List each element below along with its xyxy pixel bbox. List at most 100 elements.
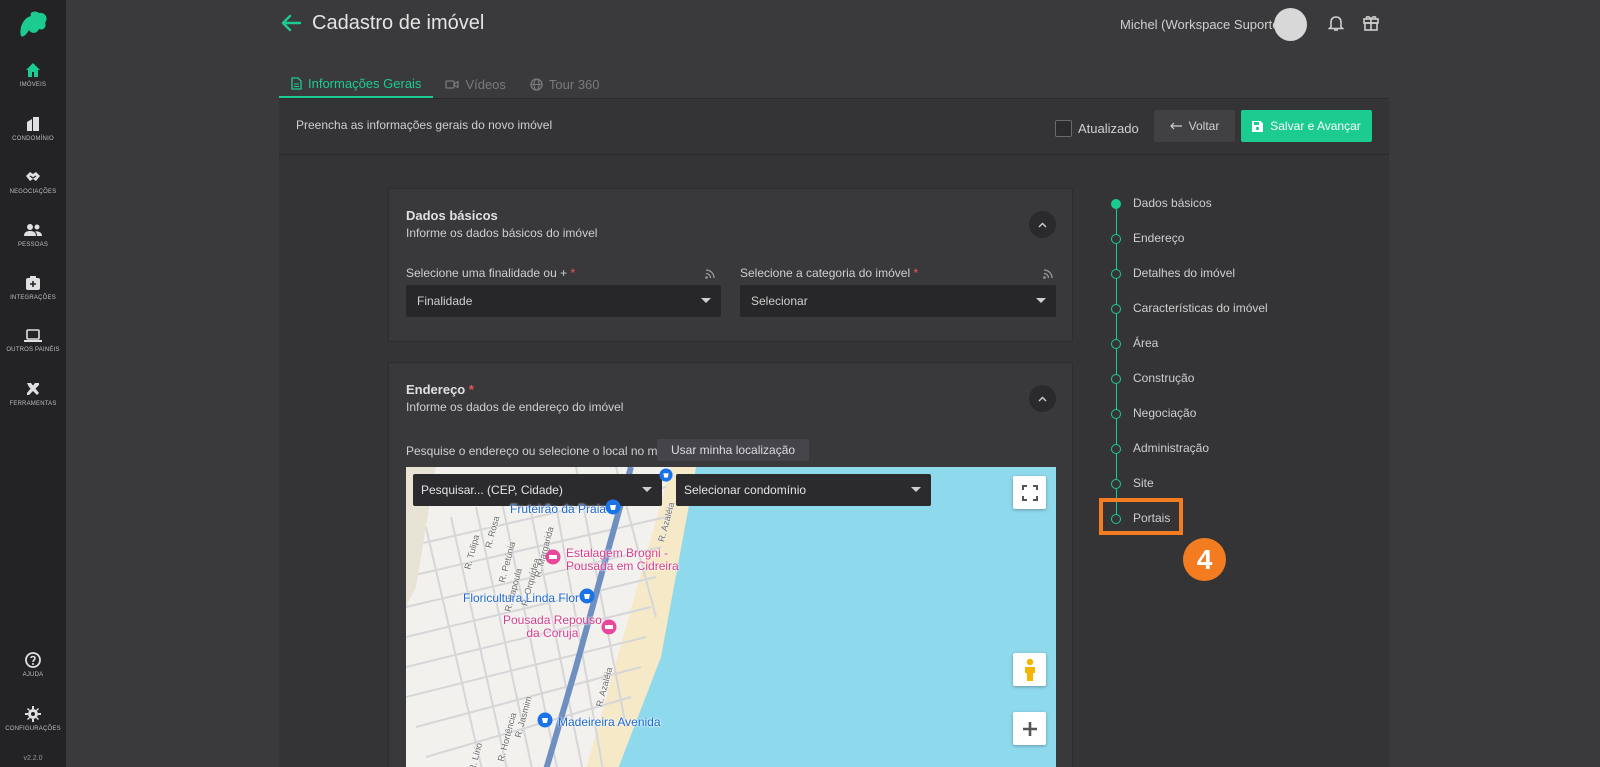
- updated-checkbox-label[interactable]: Atualizado: [1078, 121, 1139, 136]
- step-dot: [1111, 234, 1121, 244]
- nav-imoveis[interactable]: IMÓVEIS: [0, 62, 66, 88]
- shopping-pin-icon[interactable]: [579, 588, 595, 604]
- step-label: Construção: [1133, 371, 1195, 385]
- panel-description: Preencha as informações gerais do novo i…: [296, 118, 553, 132]
- tab-informacoes-gerais[interactable]: Informações Gerais: [279, 70, 434, 98]
- collapse-button[interactable]: [1029, 211, 1056, 238]
- address-search-label: Pesquise o endereço ou selecione o local…: [406, 444, 681, 458]
- tab-tour-360[interactable]: Tour 360: [518, 70, 612, 98]
- condo-select[interactable]: Selecionar condomínio: [676, 474, 931, 506]
- collapse-button[interactable]: [1029, 385, 1056, 412]
- card-subtitle: Informe os dados de endereço do imóvel: [406, 400, 624, 414]
- rss-icon[interactable]: [1043, 269, 1053, 279]
- plus-icon: [1022, 721, 1037, 736]
- rss-icon[interactable]: [705, 269, 715, 279]
- card-title: Dados básicos: [406, 208, 498, 223]
- tab-bar: Informações Gerais Vídeos Tour 360: [279, 70, 612, 98]
- arrow-left-icon: [1169, 122, 1182, 130]
- step-dot: [1111, 269, 1121, 279]
- nav-condominio[interactable]: CONDOMÍNIO: [0, 116, 66, 142]
- nav-label: CONFIGURAÇÕES: [5, 726, 61, 732]
- caret-down-icon: [911, 487, 921, 492]
- caret-down-icon: [1036, 298, 1046, 303]
- nav-configuracoes[interactable]: CONFIGURAÇÕES: [0, 706, 66, 732]
- step-dot: [1111, 374, 1121, 384]
- nav-label: NEGOCIAÇÕES: [9, 189, 57, 195]
- save-and-advance-button[interactable]: Salvar e Avançar: [1241, 110, 1372, 142]
- annotation-highlight-box: [1099, 498, 1183, 535]
- shopping-pin-icon[interactable]: [537, 712, 553, 728]
- nav-integracoes[interactable]: INTEGRAÇÕES: [0, 275, 66, 301]
- bell-icon[interactable]: [1327, 14, 1345, 32]
- purpose-select[interactable]: Finalidade: [406, 285, 721, 317]
- nav-label: PESSOAS: [17, 242, 49, 248]
- category-label: Selecione a categoria do imóvel *: [740, 266, 919, 280]
- user-name[interactable]: Michel (Workspace Suporte): [1120, 17, 1284, 32]
- version-label: v2.2.0: [23, 755, 43, 762]
- nav-pessoas[interactable]: PESSOAS: [0, 222, 66, 248]
- shopping-pin-icon[interactable]: [605, 499, 621, 515]
- main-panel: Preencha as informações gerais do novo i…: [279, 98, 1389, 767]
- step-label: Negociação: [1133, 406, 1197, 420]
- poi-label[interactable]: Fruteirão da Praia: [510, 502, 606, 516]
- integrations-icon: [26, 276, 40, 290]
- chevron-up-icon: [1038, 396, 1047, 401]
- condo-placeholder: Selecionar condomínio: [684, 483, 807, 497]
- nav-outros-paineis[interactable]: OUTROS PAINÉIS: [0, 329, 66, 353]
- sidebar: IMÓVEIS CONDOMÍNIO NEGOCIAÇÕES PESSOAS I…: [0, 0, 66, 767]
- nav-negociacoes[interactable]: NEGOCIAÇÕES: [0, 169, 66, 195]
- updated-checkbox[interactable]: [1055, 120, 1072, 137]
- back-button[interactable]: Voltar: [1154, 110, 1235, 142]
- logo-icon[interactable]: [17, 10, 49, 38]
- video-camera-icon: [445, 79, 460, 89]
- use-my-location-button[interactable]: Usar minha localização: [657, 439, 810, 461]
- step-dot: [1111, 479, 1121, 489]
- step-label: Dados básicos: [1133, 196, 1212, 210]
- step-label: Site: [1133, 476, 1154, 490]
- avatar[interactable]: [1274, 8, 1307, 41]
- fullscreen-button[interactable]: [1013, 476, 1046, 509]
- address-card: Endereço * Informe os dados de endereço …: [388, 362, 1073, 767]
- handshake-icon: [26, 172, 40, 181]
- basic-data-card: Dados básicos Informe os dados básicos d…: [388, 188, 1073, 342]
- gift-icon[interactable]: [1362, 13, 1380, 31]
- chevron-up-icon: [1038, 222, 1047, 227]
- nav-label: FERRAMENTAS: [9, 401, 57, 407]
- shopping-pin-icon[interactable]: [659, 468, 673, 482]
- card-title: Endereço *: [406, 382, 474, 397]
- category-select[interactable]: Selecionar: [740, 285, 1056, 317]
- hotel-pin-icon[interactable]: [601, 619, 617, 635]
- nav-label: AJUDA: [22, 672, 44, 678]
- laptop-icon: [24, 329, 42, 342]
- panel-toolbar: Preencha as informações gerais do novo i…: [279, 99, 1389, 155]
- arrow-left-icon[interactable]: [281, 14, 301, 32]
- document-icon: [291, 76, 302, 90]
- tab-videos[interactable]: Vídeos: [433, 70, 517, 98]
- pegman-icon: [1024, 658, 1035, 681]
- people-icon: [24, 224, 42, 236]
- zoom-in-button[interactable]: [1013, 712, 1046, 745]
- stepper-line: [1116, 202, 1117, 520]
- poi-label[interactable]: Estalagem Brogni - Pousada em Cidreira: [566, 547, 679, 573]
- map[interactable]: Pesquisar... (CEP, Cidade) Selecionar co…: [406, 467, 1056, 767]
- poi-label[interactable]: Pousada Repouso da Coruja: [503, 614, 602, 640]
- poi-label[interactable]: Madeireira Avenida: [558, 715, 661, 729]
- poi-label[interactable]: Floricultura Linda Flor: [463, 591, 579, 605]
- page-title: Cadastro de imóvel: [312, 12, 485, 34]
- save-button-label: Salvar e Avançar: [1270, 119, 1361, 133]
- street-view-button[interactable]: [1013, 653, 1046, 686]
- home-icon: [26, 63, 40, 77]
- caret-down-icon: [642, 487, 652, 492]
- step-dot: [1111, 409, 1121, 419]
- nav-ferramentas[interactable]: FERRAMENTAS: [0, 381, 66, 407]
- help-icon: [25, 652, 41, 668]
- save-icon: [1252, 120, 1264, 132]
- fullscreen-icon: [1021, 484, 1038, 501]
- step-label: Detalhes do imóvel: [1133, 266, 1236, 280]
- nav-label: IMÓVEIS: [19, 82, 47, 88]
- nav-label: CONDOMÍNIO: [12, 136, 54, 142]
- hotel-pin-icon[interactable]: [545, 549, 561, 565]
- nav-ajuda[interactable]: AJUDA: [0, 652, 66, 678]
- back-button-label: Voltar: [1188, 119, 1220, 133]
- tools-icon: [27, 383, 39, 395]
